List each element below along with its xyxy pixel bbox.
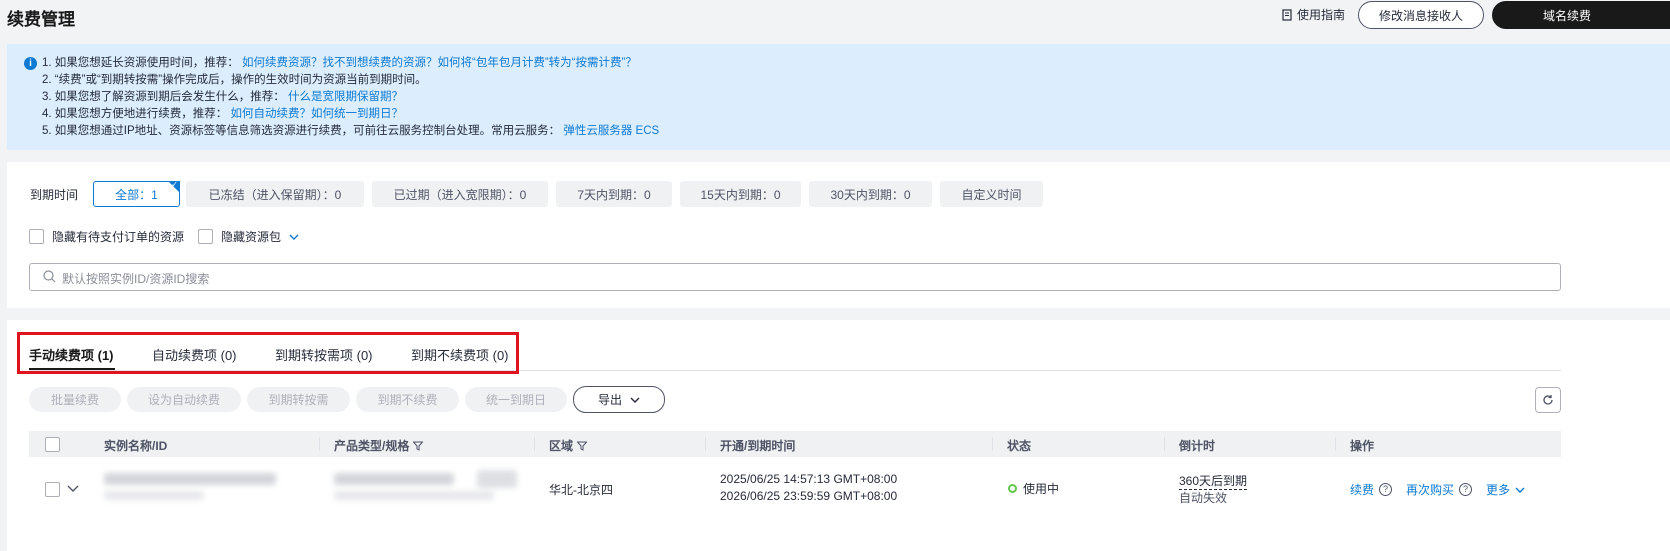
chevron-down-icon bbox=[630, 397, 640, 403]
column-separator bbox=[705, 437, 706, 451]
search-input[interactable]: 默认按照实例ID/资源ID搜索 bbox=[29, 263, 1561, 291]
refresh-button[interactable] bbox=[1535, 387, 1561, 413]
filter-icon[interactable] bbox=[577, 441, 588, 451]
unify-expiry-button[interactable]: 统一到期日 bbox=[465, 387, 567, 412]
blurred-product-tag bbox=[477, 470, 517, 488]
blurred-product-spec bbox=[334, 491, 494, 500]
expire-time-label: 到期时间 bbox=[30, 188, 79, 202]
row-countdown-note: 自动失效 bbox=[1179, 491, 1228, 505]
domain-renew-label: 域名续费 bbox=[1542, 8, 1591, 23]
column-header-region-label: 区域 bbox=[549, 439, 574, 453]
to-on-demand-button[interactable]: 到期转按需 bbox=[247, 387, 350, 412]
notice-line-5-link[interactable]: 弹性云服务器 ECS bbox=[563, 125, 659, 137]
filter-chip-all-label: 全部：1 bbox=[115, 187, 158, 202]
notice-line-1: 1. 如果您想延长资源使用时间，推荐： 如何续费资源？找不到想续费的资源？如何将… bbox=[42, 55, 659, 72]
notice-line-3-text: 3. 如果您想了解资源到期后会发生什么，推荐： bbox=[42, 91, 285, 103]
notice-line-4-text: 4. 如果您想方便地进行续费，推荐： bbox=[42, 108, 228, 120]
expand-chevron-icon[interactable] bbox=[67, 485, 79, 492]
export-button[interactable]: 导出 bbox=[573, 386, 665, 413]
row-checkbox[interactable] bbox=[45, 482, 60, 497]
row-region: 华北-北京四 bbox=[549, 483, 613, 497]
filter-chip-frozen[interactable]: 已冻结（进入保留期）：0 bbox=[186, 181, 364, 207]
blurred-instance-name bbox=[104, 473, 276, 485]
filter-icon[interactable] bbox=[413, 441, 424, 451]
column-header-product: 产品类型/规格 bbox=[334, 437, 424, 454]
refresh-icon bbox=[1543, 395, 1553, 405]
filter-chip-all[interactable]: 全部：1 ✓ bbox=[93, 180, 180, 207]
column-separator bbox=[319, 437, 320, 451]
blurred-product-type bbox=[334, 473, 454, 485]
no-renew-button[interactable]: 到期不续费 bbox=[356, 387, 459, 412]
page-title: 续费管理 bbox=[7, 10, 75, 29]
info-icon: i bbox=[24, 57, 37, 70]
filter-chip-custom[interactable]: 自定义时间 bbox=[940, 181, 1043, 207]
help-icon[interactable]: ? bbox=[1459, 483, 1473, 496]
notice-line-5-text: 5. 如果您想通过IP地址、资源标签等信息筛选资源进行续费，可前往云服务控制台处… bbox=[42, 125, 561, 137]
column-header-time: 开通/到期时间 bbox=[720, 439, 796, 453]
row-start-time: 2025/06/25 14:57:13 GMT+08:00 bbox=[720, 472, 898, 486]
hide-pending-option[interactable]: 隐藏有待支付订单的资源 bbox=[29, 228, 184, 245]
chevron-down-icon[interactable] bbox=[289, 234, 299, 240]
domain-renew-button[interactable]: 域名续费 bbox=[1492, 1, 1670, 29]
search-placeholder: 默认按照实例ID/资源ID搜索 bbox=[62, 272, 210, 286]
column-header-instance: 实例名称/ID bbox=[104, 439, 168, 453]
filter-chip-expired[interactable]: 已过期（进入宽限期）：0 bbox=[372, 181, 548, 207]
filter-chip-30days[interactable]: 30天内到期：0 bbox=[809, 181, 932, 207]
check-icon: ✓ bbox=[171, 180, 178, 189]
set-auto-renew-button[interactable]: 设为自动续费 bbox=[127, 387, 241, 412]
notice-line-2-text: 2. “续费”或“到期转按需”操作完成后，操作的生效时间为资源当前到期时间。 bbox=[42, 74, 427, 86]
notice-line-4: 4. 如果您想方便地进行续费，推荐： 如何自动续费？如何统一到期日？ bbox=[42, 106, 659, 123]
notice-line-1-link[interactable]: 如何续费资源？找不到想续费的资源？如何将“包年包月计费”转为“按需计费”？ bbox=[242, 57, 637, 69]
blurred-instance-id bbox=[104, 491, 204, 500]
column-separator bbox=[534, 437, 535, 451]
status-dot-icon bbox=[1008, 484, 1017, 493]
hide-pending-checkbox[interactable] bbox=[29, 229, 44, 244]
notice-line-4-link[interactable]: 如何自动续费？如何统一到期日？ bbox=[231, 108, 404, 120]
hide-package-checkbox[interactable] bbox=[198, 229, 213, 244]
chevron-down-icon bbox=[1515, 487, 1525, 493]
hide-package-option[interactable]: 隐藏资源包 bbox=[198, 228, 299, 245]
hide-package-label: 隐藏资源包 bbox=[221, 230, 282, 244]
notice-line-3-link[interactable]: 什么是宽限期保留期？ bbox=[288, 91, 403, 103]
rebuy-link[interactable]: 再次购买 bbox=[1406, 481, 1454, 498]
notice-line-5: 5. 如果您想通过IP地址、资源标签等信息筛选资源进行续费，可前往云服务控制台处… bbox=[42, 123, 659, 140]
user-guide-label: 使用指南 bbox=[1297, 8, 1346, 22]
row-countdown[interactable]: 360天后到期 bbox=[1179, 472, 1248, 490]
search-icon bbox=[43, 270, 56, 283]
column-separator bbox=[1335, 437, 1336, 451]
export-label: 导出 bbox=[597, 393, 622, 407]
notice-line-1-text: 1. 如果您想延长资源使用时间，推荐： bbox=[42, 57, 239, 69]
column-header-operations: 操作 bbox=[1350, 439, 1375, 453]
row-operations: 续费 ? 再次购买 ? 更多 bbox=[1350, 481, 1525, 498]
batch-renew-button[interactable]: 批量续费 bbox=[29, 387, 121, 412]
notice-banner: i 1. 如果您想延长资源使用时间，推荐： 如何续费资源？找不到想续费的资源？如… bbox=[7, 44, 1670, 150]
column-header-region: 区域 bbox=[549, 437, 588, 454]
column-header-countdown: 倒计时 bbox=[1179, 439, 1216, 453]
column-header-product-label: 产品类型/规格 bbox=[334, 439, 410, 453]
filter-chip-15days[interactable]: 15天内到期：0 bbox=[680, 181, 801, 207]
notice-line-3: 3. 如果您想了解资源到期后会发生什么，推荐： 什么是宽限期保留期？ bbox=[42, 89, 659, 106]
renew-link[interactable]: 续费 bbox=[1350, 481, 1374, 498]
column-separator bbox=[1164, 437, 1165, 451]
modify-receiver-button[interactable]: 修改消息接收人 bbox=[1358, 1, 1484, 29]
select-all-checkbox[interactable] bbox=[45, 437, 60, 452]
more-op[interactable]: 更多 bbox=[1486, 481, 1525, 498]
document-icon bbox=[1282, 8, 1292, 21]
more-link: 更多 bbox=[1486, 483, 1511, 497]
row-end-time: 2026/06/25 23:59:59 GMT+08:00 bbox=[720, 489, 898, 503]
hide-pending-label: 隐藏有待支付订单的资源 bbox=[52, 230, 185, 244]
notice-line-2: 2. “续费”或“到期转按需”操作完成后，操作的生效时间为资源当前到期时间。 bbox=[42, 72, 659, 89]
help-icon[interactable]: ? bbox=[1379, 483, 1393, 496]
column-separator bbox=[992, 437, 993, 451]
rebuy-op: 再次购买 ? bbox=[1406, 481, 1473, 498]
column-header-status: 状态 bbox=[1007, 439, 1032, 453]
renew-op: 续费 ? bbox=[1350, 481, 1393, 498]
row-status-label: 使用中 bbox=[1023, 482, 1060, 496]
user-guide-link[interactable]: 使用指南 bbox=[1282, 6, 1345, 23]
highlight-box bbox=[17, 332, 519, 374]
filter-chip-7days[interactable]: 7天内到期：0 bbox=[556, 181, 672, 207]
row-status: 使用中 bbox=[1008, 480, 1059, 497]
